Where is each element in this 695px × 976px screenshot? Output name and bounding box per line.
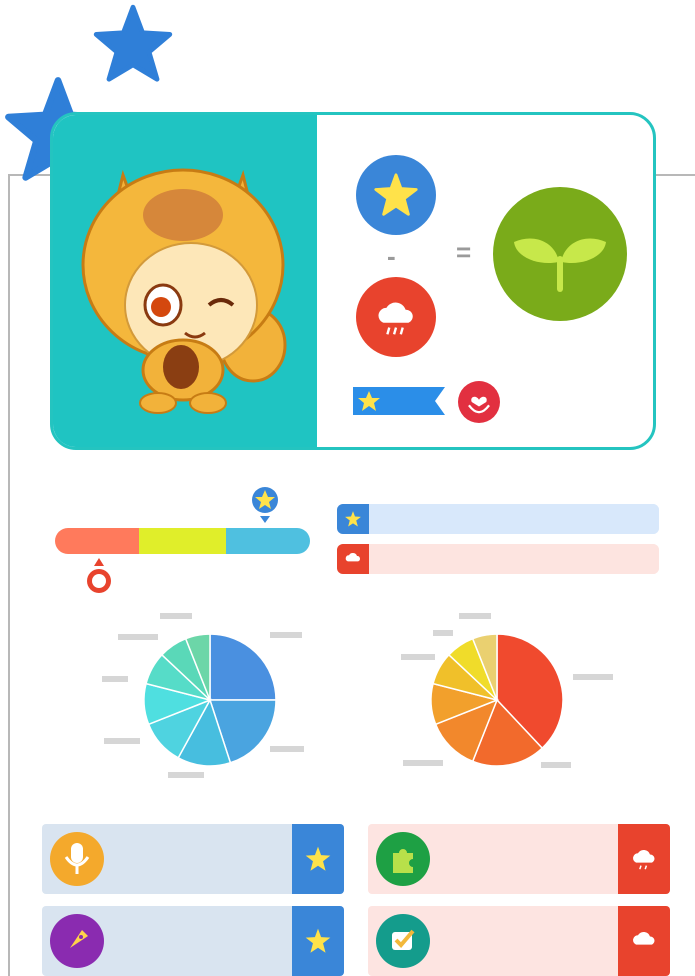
puzzle-icon — [376, 832, 430, 886]
rain-pie-label-placeholder — [401, 654, 435, 660]
star-pie-label-placeholder — [104, 738, 140, 744]
squirrel-mascot-icon — [81, 168, 287, 414]
rain-pie-label-placeholder — [433, 630, 453, 636]
rain-tag-icon — [337, 544, 369, 574]
rain-marker-pin-icon — [87, 558, 111, 593]
rain-progress-fill — [369, 544, 659, 574]
activity-card-puzzle[interactable] — [368, 824, 670, 894]
gauge-segment — [225, 528, 310, 554]
rain-cloud-icon — [356, 277, 436, 357]
star-progress-track — [337, 504, 659, 534]
sprout-icon — [493, 187, 627, 321]
rocket-icon — [50, 914, 104, 968]
star-side-button[interactable] — [292, 906, 344, 976]
star-marker-pin-icon — [252, 487, 278, 523]
star-pie-label-placeholder — [160, 613, 192, 619]
rain-side-button[interactable] — [618, 906, 670, 976]
star-pie-chart — [102, 613, 304, 778]
star-pie-label-placeholder — [102, 676, 128, 682]
checkmark-icon — [376, 914, 430, 968]
rain-pie-label-placeholder — [403, 760, 443, 766]
level-gauge-bar — [55, 528, 310, 554]
rain-pie-label-placeholder — [541, 762, 571, 768]
star-pie-label-placeholder — [270, 746, 304, 752]
star-pie-label-placeholder — [118, 634, 158, 640]
rain-pie-label-placeholder — [459, 613, 491, 619]
decorative-star-icon — [93, 4, 173, 82]
rain-pie-label-placeholder — [573, 674, 613, 680]
mascot-panel — [53, 115, 317, 447]
care-heart-icon[interactable] — [458, 381, 500, 423]
gauge-segment — [55, 528, 140, 554]
rain-progress-track — [337, 544, 659, 574]
activity-card-checkmark[interactable] — [368, 906, 670, 976]
star-ribbon-icon — [353, 387, 445, 415]
rain-side-button[interactable] — [618, 824, 670, 894]
activity-card-rocket[interactable] — [42, 906, 344, 976]
star-pie-label-placeholder — [168, 772, 204, 778]
star-pie-label-placeholder — [270, 632, 302, 638]
rain-pie-chart — [401, 613, 613, 768]
microphone-icon — [50, 832, 104, 886]
star-side-button[interactable] — [292, 824, 344, 894]
minus-sign: - — [387, 241, 396, 271]
hero-card: - = — [50, 112, 656, 450]
equals-sign: = — [456, 237, 472, 267]
star-pie-slice — [209, 633, 277, 701]
activity-card-microphone[interactable] — [42, 824, 344, 894]
star-badge-icon — [356, 155, 436, 235]
star-tag-icon — [337, 504, 369, 534]
star-progress-fill — [369, 504, 659, 534]
gauge-segment — [139, 528, 226, 554]
